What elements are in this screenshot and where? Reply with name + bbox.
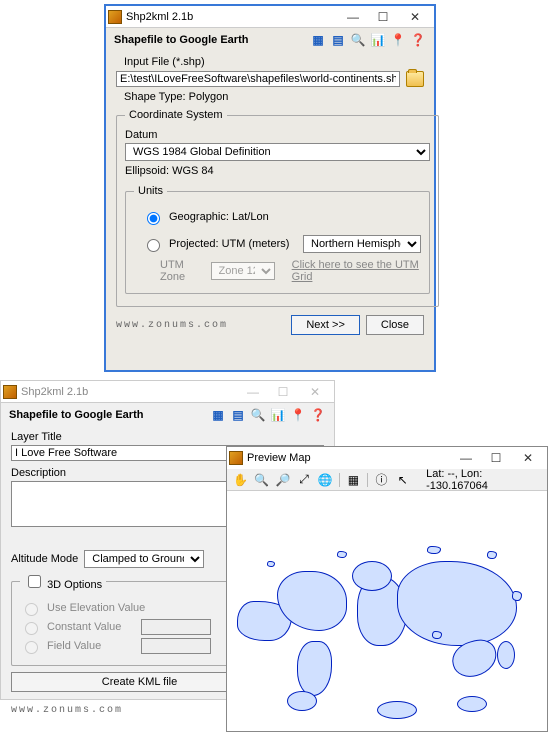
ellipsoid-label: Ellipsoid: WGS 84 <box>125 165 430 177</box>
app-icon <box>229 451 243 465</box>
window-controls: — ☐ ✕ <box>238 382 332 402</box>
chart-icon[interactable]: 📊 <box>370 32 386 48</box>
const-val-label: Constant Value <box>47 621 135 633</box>
close-button[interactable]: ✕ <box>398 7 432 27</box>
help-icon[interactable]: ❓ <box>310 407 326 423</box>
grid-icon[interactable]: ▦ <box>310 32 326 48</box>
preview-toolbar: ✋ 🔍 🔎 ⤢ 🌐 ▦ ⓘ ↖ Lat: --, Lon: -130.16706… <box>227 469 547 491</box>
utm-zone-select: Zone 12 <box>211 262 275 280</box>
titlebar[interactable]: Shp2kml 2.1b — ☐ ✕ <box>1 381 334 403</box>
app-icon <box>3 385 17 399</box>
const-val-radio <box>25 622 38 635</box>
pin-icon[interactable]: 📍 <box>390 32 406 48</box>
titlebar[interactable]: Preview Map — ☐ ✕ <box>227 447 547 469</box>
layers-icon[interactable]: ▤ <box>230 407 246 423</box>
minimize-button[interactable]: — <box>338 7 368 27</box>
titlebar[interactable]: Shp2kml 2.1b — ☐ ✕ <box>106 6 434 28</box>
app-icon <box>108 10 122 24</box>
hand-icon[interactable]: ✋ <box>233 472 248 488</box>
field-val-label: Field Value <box>47 640 135 652</box>
maximize-button[interactable]: ☐ <box>481 448 511 468</box>
coords-readout: Lat: --, Lon: -130.167064 <box>426 468 541 492</box>
globe-icon[interactable]: 🌐 <box>318 472 333 488</box>
window-title: Shp2kml 2.1b <box>21 386 238 398</box>
utm-zone-label: UTM Zone <box>160 259 205 283</box>
close-button[interactable]: ✕ <box>298 382 332 402</box>
minimize-button[interactable]: — <box>238 382 268 402</box>
maximize-button[interactable]: ☐ <box>368 7 398 27</box>
window-controls: — ☐ ✕ <box>451 448 545 468</box>
pointer-icon[interactable]: ↖ <box>395 472 410 488</box>
input-file-label: Input File (*.shp) <box>124 56 424 68</box>
geo-label: Geographic: Lat/Lon <box>169 211 269 223</box>
field-val-input <box>141 638 211 654</box>
toolbar: ▦ ▤ 🔍 📊 📍 ❓ <box>210 407 326 423</box>
shp2kml-window-step1: Shp2kml 2.1b — ☐ ✕ Shapefile to Google E… <box>104 4 436 372</box>
zoom-fit-icon[interactable]: ⤢ <box>297 472 312 488</box>
subtitle-bar: Shapefile to Google Earth ▦ ▤ 🔍 📊 📍 ❓ <box>1 403 334 425</box>
footer-text: www.zonums.com <box>116 320 228 331</box>
chart-icon[interactable]: 📊 <box>270 407 286 423</box>
maximize-button[interactable]: ☐ <box>268 382 298 402</box>
datum-label: Datum <box>125 129 430 141</box>
units-fieldset: Units Geographic: Lat/Lon Projected: UTM… <box>125 185 430 294</box>
field-val-radio <box>25 641 38 654</box>
zoom-icon[interactable]: 🔍 <box>350 32 366 48</box>
map-canvas[interactable] <box>227 491 547 731</box>
proj-label: Projected: UTM (meters) <box>169 238 297 250</box>
grid-icon[interactable]: ▦ <box>210 407 226 423</box>
info-icon[interactable]: ⓘ <box>374 472 389 488</box>
close-button-footer[interactable]: Close <box>366 315 424 335</box>
units-legend: Units <box>134 185 167 197</box>
pin-icon[interactable]: 📍 <box>290 407 306 423</box>
close-button[interactable]: ✕ <box>511 448 545 468</box>
window-title: Shp2kml 2.1b <box>126 11 338 23</box>
zoom-out-icon[interactable]: 🔎 <box>275 472 290 488</box>
minimize-button[interactable]: — <box>451 448 481 468</box>
coord-sys-fieldset: Coordinate System Datum WGS 1984 Global … <box>116 109 439 307</box>
zoom-in-icon[interactable]: 🔍 <box>254 472 269 488</box>
separator <box>339 473 340 487</box>
zoom-icon[interactable]: 🔍 <box>250 407 266 423</box>
layer-title-label: Layer Title <box>11 431 324 443</box>
grid-icon[interactable]: ▦ <box>346 472 361 488</box>
const-val-input <box>141 619 211 635</box>
datum-select[interactable]: WGS 1984 Global Definition <box>125 143 430 161</box>
subtitle-text: Shapefile to Google Earth <box>9 409 143 421</box>
geo-radio[interactable] <box>147 212 160 225</box>
shape-type-label: Shape Type: Polygon <box>124 91 424 103</box>
altitude-mode-label: Altitude Mode <box>11 553 78 565</box>
subtitle-bar: Shapefile to Google Earth ▦ ▤ 🔍 📊 📍 ❓ <box>106 28 434 50</box>
subtitle-text: Shapefile to Google Earth <box>114 34 248 46</box>
footer-text: www.zonums.com <box>11 705 123 716</box>
input-file-field[interactable] <box>116 71 400 87</box>
window-title: Preview Map <box>247 452 451 464</box>
toolbar: ▦ ▤ 🔍 📊 📍 ❓ <box>310 32 426 48</box>
td-options-checkbox[interactable] <box>28 575 41 588</box>
separator <box>367 473 368 487</box>
hemisphere-select[interactable]: Northern Hemisphere <box>303 235 421 253</box>
next-button[interactable]: Next >> <box>291 315 360 335</box>
content: Input File (*.shp) Shape Type: Polygon C… <box>106 50 434 346</box>
help-icon[interactable]: ❓ <box>410 32 426 48</box>
altitude-mode-select[interactable]: Clamped to Ground <box>84 550 204 568</box>
use-elev-radio <box>25 603 38 616</box>
td-options-legend: 3D Options <box>20 572 106 591</box>
preview-map-window: Preview Map — ☐ ✕ ✋ 🔍 🔎 ⤢ 🌐 ▦ ⓘ ↖ Lat: -… <box>226 446 548 732</box>
layers-icon[interactable]: ▤ <box>330 32 346 48</box>
browse-icon[interactable] <box>406 71 424 87</box>
proj-radio[interactable] <box>147 239 160 252</box>
use-elev-label: Use Elevation Value <box>47 602 145 614</box>
window-controls: — ☐ ✕ <box>338 7 432 27</box>
coord-sys-legend: Coordinate System <box>125 109 227 121</box>
utm-grid-link[interactable]: Click here to see the UTM Grid <box>292 259 421 283</box>
